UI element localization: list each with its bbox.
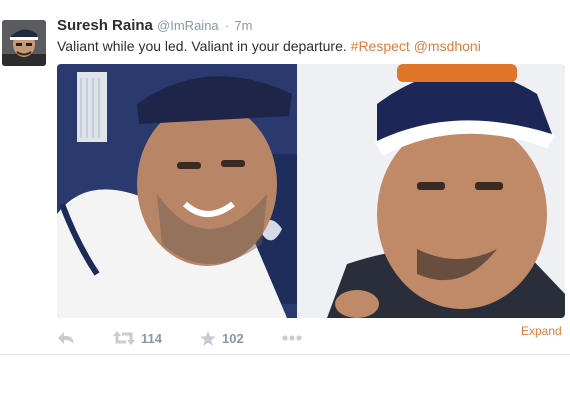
favorite-button[interactable]: 102 (200, 328, 244, 348)
favorite-count: 102 (222, 330, 244, 346)
author-handle[interactable]: @ImRaina (157, 18, 219, 33)
reply-icon (57, 331, 75, 345)
retweet-count: 114 (141, 330, 162, 346)
hashtag-link[interactable]: #Respect (351, 38, 410, 54)
star-icon (200, 330, 216, 346)
tweet-card: Suresh Raina @ImRaina · 7m Valiant while… (0, 0, 570, 400)
reply-button[interactable] (57, 328, 75, 348)
selfie-photo (57, 64, 565, 318)
tweet-photo[interactable] (57, 64, 565, 318)
retweet-button[interactable]: 114 (113, 328, 162, 348)
avatar-image (2, 20, 46, 66)
avatar[interactable] (2, 20, 46, 66)
author-name[interactable]: Suresh Raina (57, 17, 153, 34)
timestamp[interactable]: 7m (234, 18, 252, 33)
divider (0, 354, 570, 355)
tweet-text-plain: Valiant while you led. Valiant in your d… (57, 38, 347, 54)
retweet-icon (113, 331, 135, 345)
more-icon (282, 335, 302, 341)
tweet-actions: 114 102 (57, 328, 357, 348)
separator-dot: · (224, 18, 230, 33)
mention-link[interactable]: @msdhoni (414, 38, 481, 54)
expand-link[interactable]: Expand (521, 324, 562, 338)
tweet-text: Valiant while you led. Valiant in your d… (57, 37, 481, 55)
tweet-header: Suresh Raina @ImRaina · 7m (57, 17, 252, 35)
more-button[interactable] (282, 328, 302, 348)
